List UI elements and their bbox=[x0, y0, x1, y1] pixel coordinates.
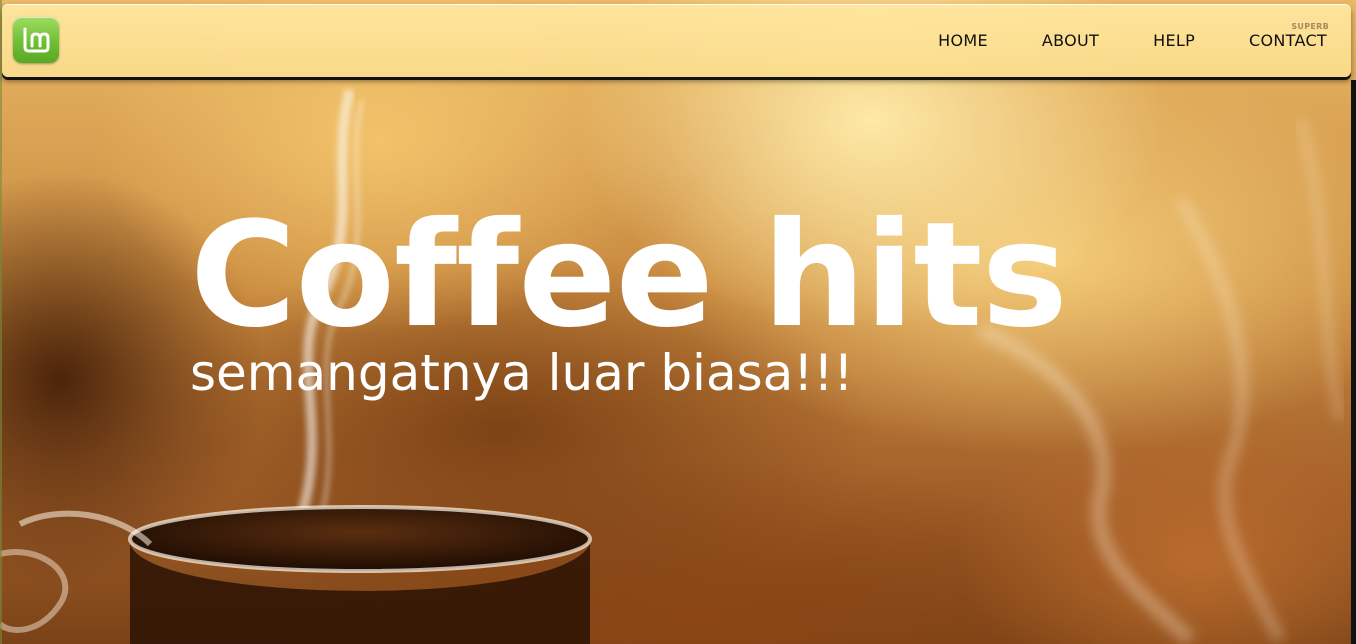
nav-about-link[interactable]: ABOUT bbox=[1042, 31, 1099, 51]
page: SUPERB HOME ABOUT HELP CONTACT Coffee hi… bbox=[0, 0, 1356, 644]
left-border bbox=[0, 0, 2, 644]
nav-help-link[interactable]: HELP bbox=[1153, 31, 1195, 51]
hero-title: Coffee hits bbox=[190, 191, 1068, 360]
right-border bbox=[1351, 80, 1356, 644]
nav-menu: HOME ABOUT HELP CONTACT bbox=[884, 31, 1327, 51]
linux-mint-logo-icon[interactable] bbox=[13, 17, 59, 63]
nav-home-link[interactable]: HOME bbox=[938, 31, 988, 51]
top-navbar: SUPERB HOME ABOUT HELP CONTACT bbox=[2, 4, 1351, 77]
watermark-text: SUPERB bbox=[1291, 22, 1329, 31]
nav-contact-link[interactable]: CONTACT bbox=[1249, 31, 1327, 51]
hero-subtitle: semangatnya luar biasa!!! bbox=[190, 344, 854, 402]
logo-glyph-icon bbox=[23, 27, 50, 53]
